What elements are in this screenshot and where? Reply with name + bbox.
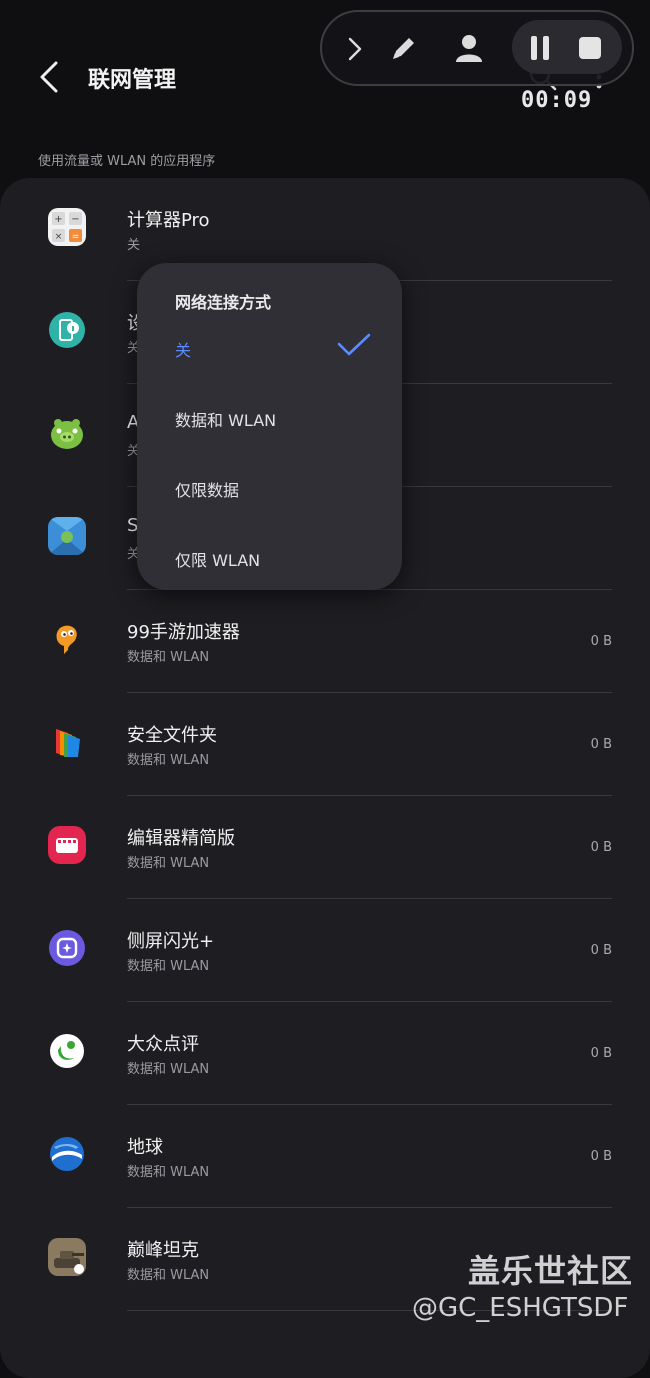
data-usage: 0 B (590, 1046, 612, 1061)
svg-text:=: = (72, 232, 80, 242)
option-data-only[interactable]: 仅限数据 (175, 477, 239, 501)
angry-birds-pig-icon (48, 414, 86, 452)
data-usage: 0 B (590, 737, 612, 752)
list-item[interactable]: 侧屏闪光+ 数据和 WLAN 0 B (0, 899, 650, 1002)
app-name: 地球 (127, 1137, 163, 1158)
pen-icon[interactable] (388, 32, 420, 64)
app-name: 编辑器精简版 (127, 828, 235, 849)
stop-icon[interactable] (578, 36, 602, 60)
app-network-status: 数据和 WLAN (127, 753, 210, 768)
popup-title: 网络连接方式 (175, 293, 272, 312)
list-item[interactable]: 安全文件夹 数据和 WLAN 0 B (0, 693, 650, 796)
back-arrow-icon[interactable] (36, 60, 66, 94)
option-wlan-only[interactable]: 仅限 WLAN (175, 547, 260, 571)
app-name: 99手游加速器 (127, 622, 240, 643)
edge-lighting-icon (48, 929, 86, 967)
expand-chevron-icon[interactable] (346, 36, 364, 62)
option-off[interactable]: 关 (175, 337, 191, 361)
svg-text:×: × (55, 232, 63, 242)
secure-folder-icon (48, 723, 86, 761)
tank-game-icon (48, 1238, 86, 1276)
list-item[interactable]: 99手游加速器 数据和 WLAN 0 B (0, 590, 650, 693)
android-map-icon (48, 517, 86, 555)
app-network-status: 数据和 WLAN (127, 1062, 210, 1077)
svg-text:+: + (54, 214, 62, 225)
list-item[interactable]: 地球 数据和 WLAN 0 B (0, 1105, 650, 1208)
device-info-icon (48, 311, 86, 349)
page-title: 联网管理 (88, 68, 177, 93)
data-usage: 0 B (590, 1149, 612, 1164)
data-usage: 0 B (590, 840, 612, 855)
app-name: 大众点评 (127, 1034, 199, 1055)
watermark-title: 盖乐世社区 (468, 1252, 634, 1290)
selfie-video-icon[interactable] (454, 32, 484, 64)
pause-icon[interactable] (528, 34, 552, 62)
section-label: 使用流量或 WLAN 的应用程序 (38, 154, 216, 169)
app-name: 巅峰坦克 (127, 1240, 199, 1261)
network-mode-popup: 网络连接方式 关 数据和 WLAN 仅限数据 仅限 WLAN (137, 263, 402, 590)
app-network-status: 数据和 WLAN (127, 856, 210, 871)
app-name: 侧屏闪光+ (127, 931, 215, 952)
screen-recorder-toolbar (320, 10, 634, 86)
app-network-status: 数据和 WLAN (127, 1165, 210, 1180)
video-editor-icon (48, 826, 86, 864)
watermark-handle: @GC_ESHGTSDF (412, 1293, 629, 1323)
dianping-icon (48, 1032, 86, 1070)
app-network-status: 数据和 WLAN (127, 650, 210, 665)
app-name: 计算器Pro (127, 210, 210, 231)
list-item[interactable]: 编辑器精简版 数据和 WLAN 0 B (0, 796, 650, 899)
svg-text:−: − (71, 214, 79, 225)
app-network-status: 数据和 WLAN (127, 959, 210, 974)
data-usage: 0 B (590, 634, 612, 649)
app-name: 安全文件夹 (127, 725, 217, 746)
option-data-and-wlan[interactable]: 数据和 WLAN (175, 407, 276, 431)
calculator-icon: + − × = (48, 208, 86, 246)
recording-timer: 00:09 (521, 88, 593, 113)
list-item[interactable]: 大众点评 数据和 WLAN 0 B (0, 1002, 650, 1105)
game-accelerator-icon (48, 620, 86, 658)
google-earth-icon (48, 1135, 86, 1173)
checkmark-icon (337, 333, 371, 356)
app-network-status: 关 (127, 238, 141, 253)
data-usage: 0 B (590, 943, 612, 958)
app-network-status: 数据和 WLAN (127, 1268, 210, 1283)
